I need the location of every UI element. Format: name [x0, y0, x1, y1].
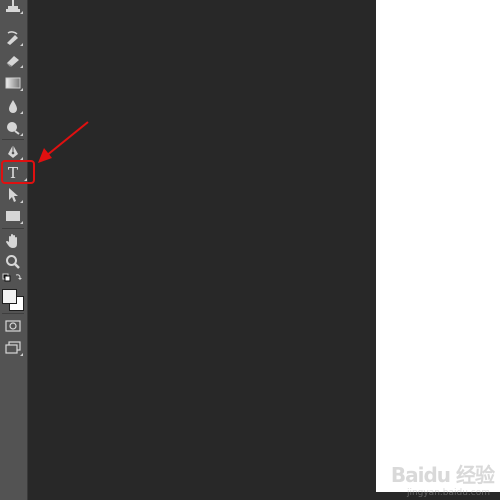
- blur-drop-icon[interactable]: [2, 96, 24, 116]
- eraser-icon[interactable]: [2, 50, 24, 70]
- baidu-watermark: Baidu 经验: [390, 463, 495, 487]
- foreground-color-swatch[interactable]: [2, 289, 17, 304]
- history-brush-icon[interactable]: [2, 28, 24, 48]
- magnifier-icon[interactable]: [2, 252, 24, 272]
- hand-icon[interactable]: [2, 231, 24, 251]
- arrow-cursor-icon[interactable]: [2, 185, 24, 205]
- red-arrow-icon: [30, 118, 92, 170]
- dodge-icon[interactable]: [2, 118, 24, 138]
- photoshop-window: T Baidu 经验 jingyan.baidu.com: [0, 0, 500, 500]
- swap-colors-icon[interactable]: [2, 270, 24, 284]
- tools-panel: T: [0, 0, 28, 500]
- baidu-watermark-sub: jingyan.baidu.com: [406, 488, 490, 498]
- document-canvas[interactable]: [376, 0, 500, 500]
- gradient-icon[interactable]: [2, 73, 24, 93]
- workspace-canvas[interactable]: [29, 0, 376, 500]
- quick-mask-icon[interactable]: [2, 316, 24, 336]
- screen-mode-icon[interactable]: [2, 338, 24, 358]
- rectangle-icon[interactable]: [2, 206, 24, 226]
- pen-icon[interactable]: [2, 142, 24, 162]
- stamp-icon[interactable]: [2, 0, 24, 16]
